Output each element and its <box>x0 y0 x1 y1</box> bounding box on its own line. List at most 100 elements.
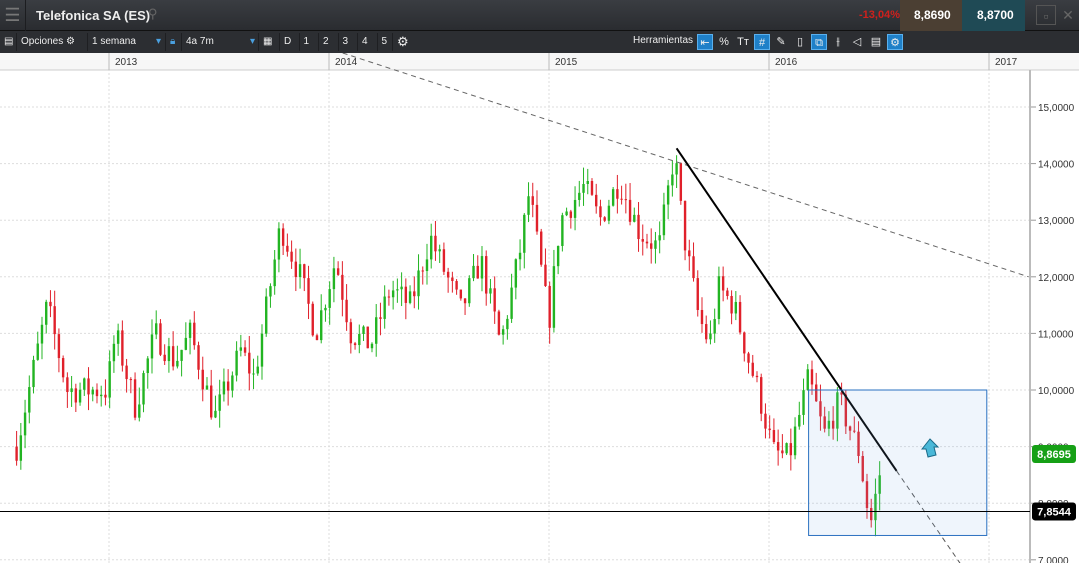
draw-icon[interactable]: ✎ <box>773 34 789 50</box>
zoom-button-1[interactable]: 1 <box>298 33 314 51</box>
y-tick-label: 14,0000 <box>1038 160 1075 171</box>
candle-body <box>709 333 712 340</box>
candle <box>370 342 374 353</box>
candle <box>108 350 111 409</box>
candle <box>776 429 780 466</box>
search-icon[interactable]: ⚲ <box>148 6 158 22</box>
candle <box>87 367 90 411</box>
candle <box>167 337 171 373</box>
candle <box>493 276 496 324</box>
candle-body <box>556 245 560 267</box>
candle <box>417 254 420 310</box>
candle <box>332 256 336 303</box>
candle-body <box>738 301 742 333</box>
candle-icon[interactable]: ▯ <box>792 34 808 50</box>
zoom-button-D[interactable]: D <box>279 33 295 51</box>
candle <box>455 279 458 295</box>
candle <box>569 209 573 229</box>
candle <box>171 331 175 371</box>
print-icon[interactable]: ▤ <box>868 34 884 50</box>
calendar-icon[interactable]: ▦ <box>258 33 276 51</box>
candle-body <box>176 360 179 367</box>
candle-body <box>578 192 581 200</box>
settings-tool-icon[interactable]: ⚙ <box>887 34 903 50</box>
candle-body <box>692 256 695 279</box>
list-icon[interactable]: ▤ <box>0 33 17 51</box>
candle-body <box>163 354 166 362</box>
candle-body <box>413 291 416 297</box>
candle <box>413 276 416 309</box>
price-chart[interactable]: 2013 2014 2015 2016 2017 15,0000 14,0000 13,000… <box>0 53 1079 563</box>
candle <box>222 368 226 402</box>
candle <box>747 351 750 374</box>
options-label: Opciones <box>21 36 64 47</box>
candle-body <box>201 369 204 390</box>
candle-body <box>260 333 264 367</box>
candle <box>345 284 348 331</box>
x-tick-label: 2015 <box>555 57 578 68</box>
candle-body <box>802 390 805 415</box>
candle-body <box>700 309 704 325</box>
candle-body <box>446 271 450 278</box>
target-box <box>808 389 988 536</box>
candle <box>400 272 403 307</box>
candle <box>472 253 475 282</box>
candle-body <box>633 214 636 222</box>
indicator-icon[interactable]: ⫲ <box>830 34 846 50</box>
period-select[interactable]: 1 semana ▾ <box>87 33 165 51</box>
candle <box>518 239 522 271</box>
candle <box>755 371 759 383</box>
candle <box>91 386 94 402</box>
candle <box>582 167 585 206</box>
candle-body <box>523 214 526 253</box>
candle <box>391 280 395 310</box>
candle <box>45 299 48 334</box>
range-value: 4a 7m <box>186 36 214 47</box>
lock-icon[interactable]: 🔒︎ <box>165 33 179 51</box>
tag-icon[interactable]: ◁ <box>849 34 865 50</box>
x-tick-label: 2014 <box>335 57 358 68</box>
candle <box>239 334 243 357</box>
buy-button[interactable]: 8,8700 ➚ <box>962 0 1025 53</box>
candle <box>159 319 162 357</box>
back-icon[interactable]: ⇤ <box>697 34 713 50</box>
range-select[interactable]: 4a 7m ▾ <box>181 33 259 51</box>
candle <box>616 174 619 214</box>
candle-body <box>265 296 268 334</box>
candle <box>599 199 602 226</box>
grid-icon[interactable]: # <box>754 34 770 50</box>
candle <box>100 385 103 407</box>
text-icon[interactable]: Tт <box>735 34 751 50</box>
candle <box>243 340 247 357</box>
candle <box>129 377 133 394</box>
zoom-button-3[interactable]: 3 <box>337 33 353 51</box>
close-icon[interactable]: ✕ <box>1058 5 1078 25</box>
candle-body <box>307 278 310 304</box>
candle <box>193 311 196 350</box>
chart-settings-icon[interactable]: ⚙ <box>392 33 413 51</box>
zoom-button-5[interactable]: 5 <box>376 33 392 51</box>
restore-icon[interactable]: ▫ <box>1036 5 1056 25</box>
sell-button[interactable]: 8,8690 ➘ <box>900 0 962 53</box>
tools-label: Herramientas <box>633 35 694 46</box>
compare-icon[interactable]: ⧉ <box>811 34 827 50</box>
candle <box>205 377 209 390</box>
menu-icon[interactable]: ☰ <box>0 0 26 31</box>
candle <box>675 155 678 189</box>
candle-body <box>345 299 348 323</box>
x-tick-label: 2016 <box>775 57 798 68</box>
candle <box>798 401 801 430</box>
candle <box>256 355 259 376</box>
zoom-button-2[interactable]: 2 <box>318 33 333 51</box>
candle <box>78 382 82 406</box>
options-button[interactable]: Opciones ⚙ <box>16 33 79 51</box>
candle-body <box>210 385 213 418</box>
candle <box>61 355 65 383</box>
candle <box>586 168 589 195</box>
percent-icon[interactable]: % <box>716 34 732 50</box>
candle-body <box>548 286 551 328</box>
candle <box>764 403 767 439</box>
candle <box>637 202 640 252</box>
zoom-button-4[interactable]: 4 <box>357 33 372 51</box>
candle-body <box>599 206 602 218</box>
